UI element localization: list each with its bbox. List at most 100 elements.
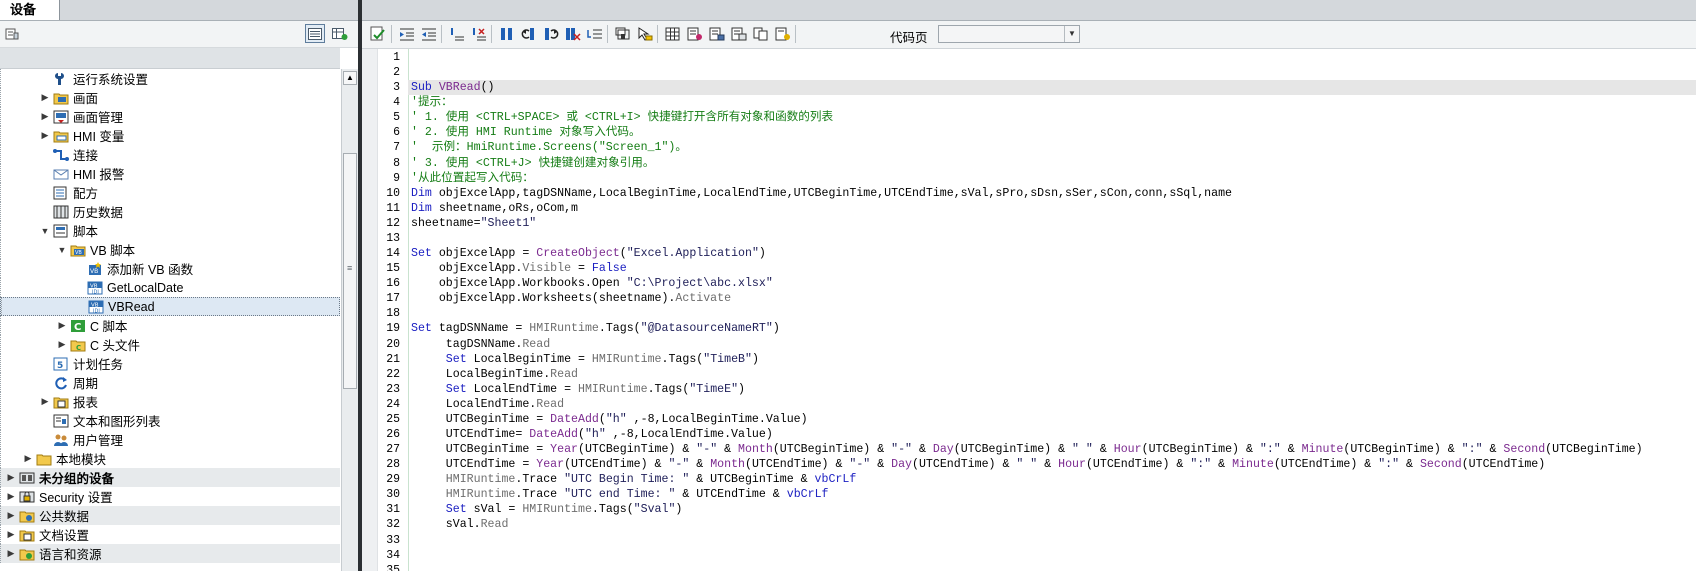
code-line[interactable]: Set objExcelApp = CreateObject("Excel.Ap… (411, 246, 766, 261)
tree-item[interactable]: 周期 (0, 373, 340, 392)
object-list-button[interactable] (612, 24, 633, 44)
tree-item[interactable]: ▶ C C 头文件 (0, 335, 340, 354)
previous-bookmark-button[interactable] (518, 24, 539, 44)
tab-devices[interactable]: 设备 (0, 0, 60, 20)
code-line[interactable]: UTCEndTime= DateAdd("h" ,-8,LocalEndTime… (411, 427, 773, 442)
indent-button[interactable] (396, 24, 417, 44)
collapse-arrow-icon[interactable]: ▼ (56, 244, 68, 256)
expand-arrow-icon[interactable]: ▶ (5, 529, 17, 541)
tree-item[interactable]: 配方 (0, 183, 340, 202)
code-line[interactable]: UTCBeginTime = DateAdd("h" ,-8,LocalBegi… (411, 412, 808, 427)
code-line[interactable]: UTCEndTime = Year(UTCEndTime) & "-" & Mo… (411, 457, 1545, 472)
tree-item[interactable]: 运行系统设置 (0, 69, 340, 88)
tree-item[interactable]: ▶ 画面管理 (0, 107, 340, 126)
tree-item[interactable]: VB IDI VBRead (0, 297, 340, 316)
code-line[interactable]: sheetname="Sheet1" (411, 216, 536, 231)
comment-button[interactable] (446, 24, 467, 44)
expand-arrow-icon[interactable]: ▶ (5, 472, 17, 484)
expand-arrow-icon[interactable]: ▶ (5, 548, 17, 560)
script-reference-button[interactable] (706, 24, 727, 44)
code-line[interactable]: Dim objExcelApp,tagDSNName,LocalBeginTim… (411, 186, 1232, 201)
collapse-arrow-icon[interactable]: ▼ (39, 225, 51, 237)
tree-item[interactable]: ▶ C C 脚本 (0, 316, 340, 335)
expand-arrow-icon[interactable]: ▶ (39, 92, 51, 104)
code-line[interactable]: Dim sheetname,oRs,oCom,m (411, 201, 578, 216)
tree-item[interactable]: ▶ 文档设置 (0, 525, 340, 544)
expand-arrow-icon[interactable]: ▶ (5, 510, 17, 522)
go-to-line-button[interactable] (584, 24, 605, 44)
tree-item[interactable]: ▶ Security 设置 (0, 487, 340, 506)
copy-reference-button[interactable] (750, 24, 771, 44)
code-line[interactable]: UTCBeginTime = Year(UTCBeginTime) & "-" … (411, 442, 1643, 457)
syntax-check-button[interactable] (367, 24, 388, 44)
tree-item[interactable]: ▼ VB VB 脚本 (0, 240, 340, 259)
tree-scrollbar[interactable]: ▲ ≡ (341, 69, 358, 571)
code-line[interactable]: '提示： (411, 95, 453, 110)
tag-reference-button[interactable] (684, 24, 705, 44)
insert-reference-button[interactable] (634, 24, 655, 44)
code-line[interactable]: ' 1. 使用 <CTRL+SPACE> 或 <CTRL+I> 快捷键打开含所有… (411, 110, 833, 125)
code-line[interactable]: HMIRuntime.Trace "UTC end Time: " & UTCE… (411, 487, 829, 502)
toggle-bookmark-button[interactable] (496, 24, 517, 44)
tree-item[interactable]: 用户管理 (0, 430, 340, 449)
code-line[interactable]: Set sVal = HMIRuntime.Tags("Sval") (411, 502, 683, 517)
tree-item[interactable]: VB 添加新 VB 函数 (0, 259, 340, 278)
code-line[interactable]: Set tagDSNName = HMIRuntime.Tags("@Datas… (411, 321, 780, 336)
code-line[interactable]: LocalEndTime.Read (411, 397, 564, 412)
tree-item[interactable]: ▶ 语言和资源 (0, 544, 340, 563)
tree-item[interactable]: 历史数据 (0, 202, 340, 221)
scroll-thumb[interactable]: ≡ (343, 153, 357, 389)
clear-bookmarks-button[interactable] (562, 24, 583, 44)
code-line[interactable]: tagDSNName.Read (411, 337, 550, 352)
bookmark-gutter[interactable] (362, 49, 378, 571)
chevron-down-icon[interactable]: ▼ (1064, 26, 1079, 42)
outdent-button[interactable] (418, 24, 439, 44)
overview-view-button[interactable] (305, 24, 325, 43)
code-line[interactable]: Set LocalBeginTime = HMIRuntime.Tags("Ti… (411, 352, 759, 367)
expand-arrow-icon[interactable]: ▶ (39, 111, 51, 123)
add-device-button[interactable] (330, 24, 350, 43)
device-properties-button[interactable] (2, 24, 22, 43)
expand-arrow-icon[interactable]: ▶ (39, 396, 51, 408)
tree-item[interactable]: ▶ 未分组的设备 (0, 468, 340, 487)
tree-item[interactable]: ▶ HMI 变量 (0, 126, 340, 145)
tree-item[interactable]: ▼ 脚本 (0, 221, 340, 240)
code-line[interactable]: ' 2. 使用 HMI Runtime 对象写入代码。 (411, 125, 641, 140)
tree-item[interactable]: 文本和图形列表 (0, 411, 340, 430)
code-line[interactable]: ' 示例：HmiRuntime.Screens("Screen_1")。 (411, 140, 687, 155)
expand-arrow-icon[interactable]: ▶ (5, 491, 17, 503)
expand-arrow-icon[interactable]: ▶ (56, 320, 68, 332)
code-editor[interactable]: 1 2 3 4 5 6 7 8 9 10 11 12 13 14 15 16 17 18 19 20 21 22 23 24 2… (362, 49, 1696, 571)
expand-arrow-icon[interactable]: ▶ (56, 339, 68, 351)
tree-item[interactable]: ▶ 画面 (0, 88, 340, 107)
tree-item[interactable]: 5 计划任务 (0, 354, 340, 373)
codepage-dropdown[interactable]: ▼ (938, 25, 1080, 43)
tree-item[interactable]: ▶ 公共数据 (0, 506, 340, 525)
library-reference-button[interactable] (772, 24, 793, 44)
c-script-icon: C (70, 318, 86, 334)
code-line[interactable]: objExcelApp.Worksheets(sheetname).Activa… (411, 291, 731, 306)
code-token: LocalEndTime. (411, 397, 537, 411)
code-line[interactable]: objExcelApp.Workbooks.Open "C:\Project\a… (411, 276, 773, 291)
table-view-button[interactable] (662, 24, 683, 44)
tree-item[interactable]: ▶ 报表 (0, 392, 340, 411)
tree-item[interactable]: ▶ 本地模块 (0, 449, 340, 468)
next-bookmark-button[interactable] (540, 24, 561, 44)
tree-item[interactable]: HMI 报警 (0, 164, 340, 183)
code-line[interactable]: Set LocalEndTime = HMIRuntime.Tags("Time… (411, 382, 745, 397)
uncomment-button[interactable] (468, 24, 489, 44)
scroll-up-arrow-icon[interactable]: ▲ (343, 71, 357, 85)
tree-item[interactable]: VB IDI GetLocalDate (0, 278, 340, 297)
code-line[interactable]: HMIRuntime.Trace "UTC Begin Time: " & UT… (411, 472, 857, 487)
tree-item[interactable]: 连接 (0, 145, 340, 164)
code-line[interactable]: '从此位置起写入代码： (411, 171, 534, 186)
code-line[interactable]: LocalBeginTime.Read (411, 367, 578, 382)
expand-arrow-icon[interactable]: ▶ (22, 453, 34, 465)
code-line[interactable]: Sub VBRead() (408, 80, 1696, 96)
cross-reference-button[interactable] (728, 24, 749, 44)
expand-arrow-icon[interactable]: ▶ (39, 130, 51, 142)
code-line[interactable]: objExcelApp.Visible = False (411, 261, 627, 276)
code-line[interactable]: sVal.Read (411, 517, 509, 532)
code-text-area[interactable]: Sub VBRead() '提示： ' 1. 使用 <CTRL+SPACE> 或 <… (408, 49, 1696, 571)
code-line[interactable]: ' 3. 使用 <CTRL+J> 快捷键创建对象引用。 (411, 156, 655, 171)
